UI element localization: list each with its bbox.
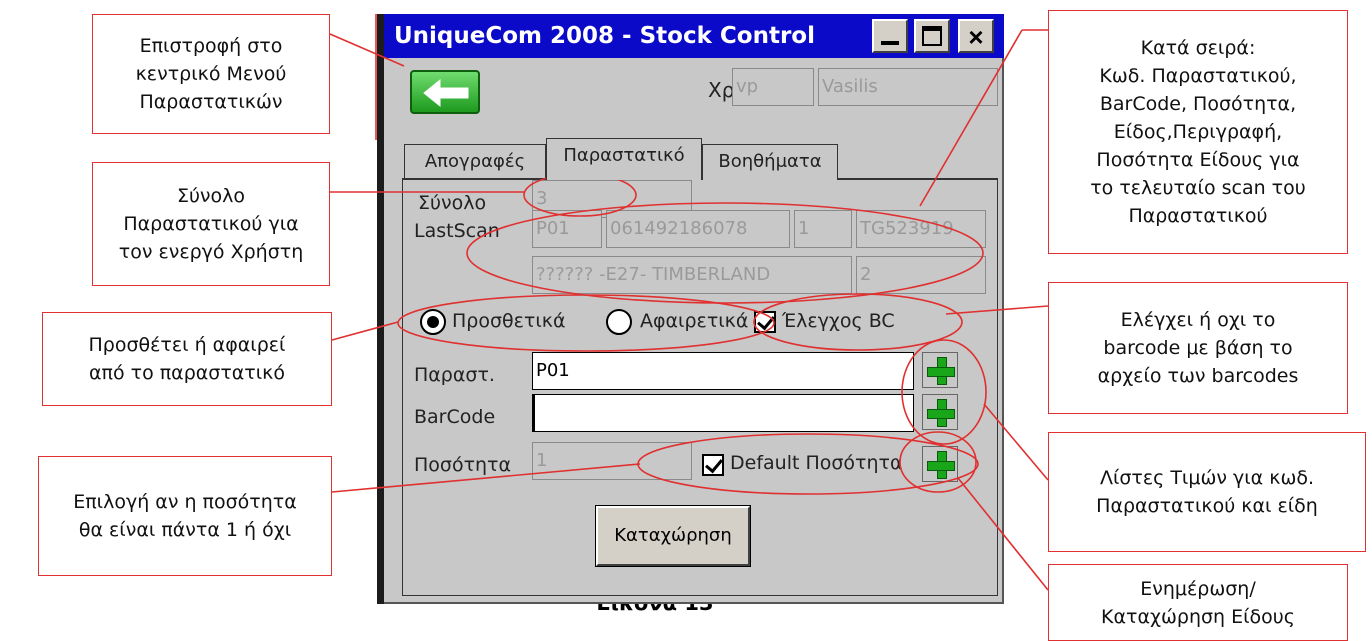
update-item-button[interactable] [922, 446, 958, 482]
tab-apografes[interactable]: Απογραφές [404, 144, 546, 180]
doc-input[interactable]: P01 [532, 352, 914, 390]
barcode-list-button[interactable] [922, 394, 958, 430]
callout-lists: Λίστες Τιμών για κωδ. Παραστατικού και ε… [1048, 432, 1366, 552]
lastscan-label: LastScan [414, 220, 500, 242]
device-bezel [377, 14, 384, 604]
qty-label: Ποσότητα [414, 454, 512, 476]
default-qty-checkbox[interactable] [702, 454, 724, 476]
lastscan-description-field: ?????? -E27- TIMBERLAND [532, 256, 852, 294]
submit-button[interactable]: Καταχώρηση [596, 506, 750, 566]
doc-label: Παραστ. [414, 364, 495, 386]
back-button[interactable] [410, 70, 480, 114]
radio-subtract-label: Αφαιρετικά [640, 310, 749, 332]
radio-add[interactable] [420, 309, 446, 335]
tab-voithimata[interactable]: Βοηθήματα [702, 144, 838, 180]
check-bc-checkbox[interactable] [754, 311, 776, 333]
lastscan-barcode-field: 061492186078 [606, 210, 790, 248]
callout-lastscan: Κατά σειρά: Κωδ. Παραστατικού, BarCode, … [1048, 10, 1348, 254]
default-qty-label: Default Ποσότητα [730, 452, 903, 474]
minimize-icon[interactable] [872, 19, 908, 53]
barcode-label: BarCode [414, 406, 496, 428]
qty-field[interactable]: 1 [532, 442, 692, 480]
lastscan-item-qty-field: 2 [856, 256, 986, 294]
callout-total: Σύνολο Παραστατικού για τον ενεργό Χρήστ… [92, 162, 330, 286]
radio-subtract[interactable] [606, 309, 632, 335]
radio-add-label: Προσθετικά [452, 310, 566, 332]
title-bar: UniqueCom 2008 - Stock Control [384, 14, 1004, 58]
callout-add-remove: Προσθέτει ή αφαιρεί από το παραστατικό [42, 312, 332, 406]
tab-parastatiko[interactable]: Παραστατικό [546, 138, 702, 180]
check-bc-label: Έλεγχος BC [782, 310, 895, 332]
lastscan-doc-field: P01 [532, 210, 602, 248]
callout-back: Επιστροφή στο κεντρικό Μενού Παραστατικώ… [92, 14, 330, 134]
lastscan-qty-field: 1 [794, 210, 852, 248]
close-icon[interactable]: × [958, 19, 994, 53]
maximize-icon[interactable] [914, 19, 950, 53]
callout-check-bc: Ελέγχει ή οχι το barcode με βάση το αρχε… [1048, 282, 1348, 414]
user-code-field: vp [732, 68, 814, 106]
callout-update: Ενημέρωση/ Καταχώρηση Είδους [1048, 564, 1348, 641]
doc-list-button[interactable] [922, 352, 958, 388]
lastscan-item-field: TG523919 [856, 210, 986, 248]
window-title: UniqueCom 2008 - Stock Control [394, 23, 815, 49]
app-window: UniqueCom 2008 - Stock Control × Χρήστης… [384, 14, 1004, 604]
callout-default-qty: Επιλογή αν η ποσότητα θα είναι πάντα 1 ή… [38, 456, 332, 576]
back-arrow-icon [423, 78, 469, 108]
user-name-field: Vasilis [818, 68, 998, 106]
barcode-input[interactable] [532, 394, 914, 432]
total-label: Σύνολο [418, 192, 487, 214]
